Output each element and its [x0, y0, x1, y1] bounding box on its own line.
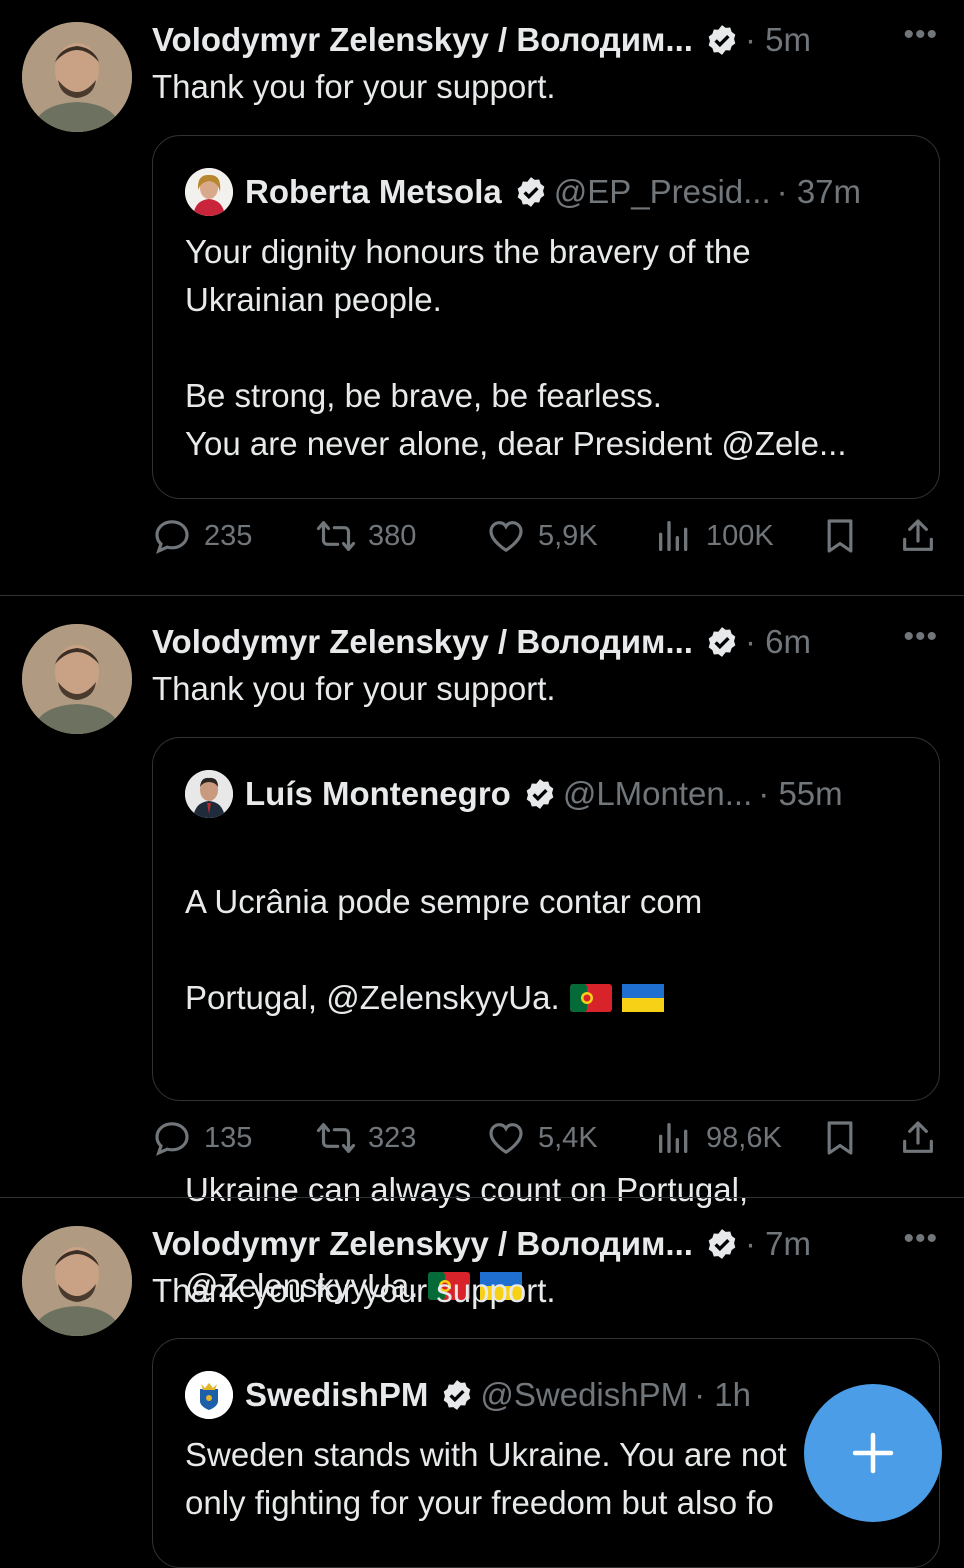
repost-icon — [316, 521, 356, 551]
plus-icon — [852, 1432, 894, 1474]
reply-count: 135 — [204, 1121, 253, 1154]
verified-badge-icon — [444, 1380, 471, 1410]
analytics-icon — [659, 1123, 688, 1153]
author-name[interactable]: Volodymyr Zelenskyy / Володим... — [152, 1225, 693, 1263]
verified-badge-icon — [708, 1229, 736, 1259]
quoted-timestamp: · 37m — [776, 173, 862, 210]
heart-icon — [489, 1123, 523, 1155]
author-name[interactable]: Volodymyr Zelenskyy / Володим... — [152, 623, 693, 661]
reply-count: 235 — [204, 519, 253, 552]
text-line: Portugal, @ZelenskyyUa. — [185, 974, 915, 1022]
tweet[interactable]: Volodymyr Zelenskyy / Володим... · 5m ••… — [0, 0, 964, 596]
repost-icon — [316, 1123, 356, 1153]
like-count: 5,4K — [538, 1121, 598, 1154]
divider — [0, 1197, 964, 1198]
views-count: 98,6K — [706, 1121, 782, 1154]
quoted-tweet-header: SwedishPM @SwedishPM · 1h — [185, 1371, 751, 1419]
more-options-icon[interactable]: ••• — [903, 1222, 938, 1256]
author-avatar[interactable] — [22, 624, 132, 734]
analytics-icon — [659, 521, 688, 551]
bookmark-button[interactable] — [820, 516, 872, 556]
quoted-tweet-header: Luís Montenegro @LMonten... · 55m — [185, 770, 843, 818]
quoted-author-name: SwedishPM — [245, 1376, 429, 1413]
views-count: 100K — [706, 519, 774, 552]
share-icon — [903, 1121, 933, 1153]
like-button[interactable]: 5,4K — [486, 1118, 598, 1158]
quoted-author-handle: @EP_Presid... — [553, 173, 771, 210]
author-avatar[interactable] — [22, 1226, 132, 1336]
quoted-author-handle: @LMonten... — [562, 775, 753, 812]
reply-icon — [155, 520, 189, 554]
tweet-header: Volodymyr Zelenskyy / Володим... · 5m — [152, 16, 940, 64]
views-button[interactable]: 98,6K — [654, 1118, 782, 1158]
more-options-icon[interactable]: ••• — [903, 18, 938, 52]
author-name[interactable]: Volodymyr Zelenskyy / Володим... — [152, 21, 693, 59]
quoted-author-handle: @SwedishPM — [480, 1376, 689, 1413]
quoted-author-avatar — [185, 1371, 233, 1419]
quoted-timestamp: · 55m — [758, 775, 843, 812]
timestamp[interactable]: · 6m — [745, 623, 811, 661]
reply-icon — [155, 1122, 189, 1156]
tweet-text: Thank you for your support. — [152, 1272, 556, 1309]
compose-button[interactable] — [804, 1384, 942, 1522]
tweet-actions: 135 323 5,4K 98,6K — [152, 1118, 942, 1166]
quoted-author-name: Roberta Metsola — [245, 173, 502, 210]
heart-icon — [489, 521, 523, 553]
views-button[interactable]: 100K — [654, 516, 774, 556]
reply-button[interactable]: 235 — [152, 516, 252, 556]
more-options-icon[interactable]: ••• — [903, 620, 938, 654]
tweet-header: Volodymyr Zelenskyy / Володим... · 6m — [152, 618, 940, 666]
quoted-author-name: Luís Montenegro — [245, 775, 511, 812]
repost-count: 380 — [368, 519, 417, 552]
like-count: 5,9K — [538, 519, 598, 552]
like-button[interactable]: 5,9K — [486, 516, 598, 556]
verified-badge-icon — [526, 779, 554, 809]
verified-badge-icon — [708, 25, 736, 55]
tweet-header: Volodymyr Zelenskyy / Володим... · 7m — [152, 1220, 940, 1268]
quoted-timestamp: · 1h — [694, 1376, 751, 1413]
share-button[interactable] — [898, 516, 950, 556]
tweet[interactable]: Volodymyr Zelenskyy / Володим... · 6m ••… — [0, 602, 964, 1304]
share-button[interactable] — [898, 1118, 950, 1158]
text-line: A Ucrânia pode sempre contar com — [185, 883, 703, 920]
share-icon — [903, 519, 933, 551]
bookmark-button[interactable] — [820, 1118, 872, 1158]
quoted-tweet-text: Your dignity honours the bravery of the … — [185, 233, 847, 462]
timestamp[interactable]: · 7m — [745, 1225, 811, 1263]
tweet-actions: 235 380 5,9K 100K — [152, 516, 942, 564]
timestamp[interactable]: · 5m — [745, 21, 811, 59]
quoted-tweet[interactable]: Luís Montenegro @LMonten... · 55m A Ucrâ… — [152, 737, 940, 1304]
repost-button[interactable]: 323 — [316, 1118, 416, 1158]
quoted-author-avatar — [185, 168, 233, 216]
quoted-tweet[interactable]: Roberta Metsola @EP_Presid... · 37m Your… — [152, 135, 940, 499]
author-avatar[interactable] — [22, 22, 132, 132]
tweet-text: Thank you for your support. — [152, 670, 556, 707]
reply-button[interactable]: 135 — [152, 1118, 252, 1158]
quoted-tweet-header: Roberta Metsola @EP_Presid... · 37m — [185, 168, 861, 216]
repost-count: 323 — [368, 1121, 417, 1154]
bookmark-icon — [827, 519, 853, 553]
ukraine-flag-icon — [621, 984, 664, 1012]
bookmark-icon — [827, 1121, 853, 1155]
portugal-flag-icon — [569, 984, 612, 1012]
verified-badge-icon — [708, 627, 736, 657]
verified-badge-icon — [517, 177, 545, 207]
quoted-author-avatar — [185, 770, 233, 818]
divider — [0, 595, 964, 596]
tweet-text: Thank you for your support. — [152, 68, 556, 105]
repost-button[interactable]: 380 — [316, 516, 416, 556]
